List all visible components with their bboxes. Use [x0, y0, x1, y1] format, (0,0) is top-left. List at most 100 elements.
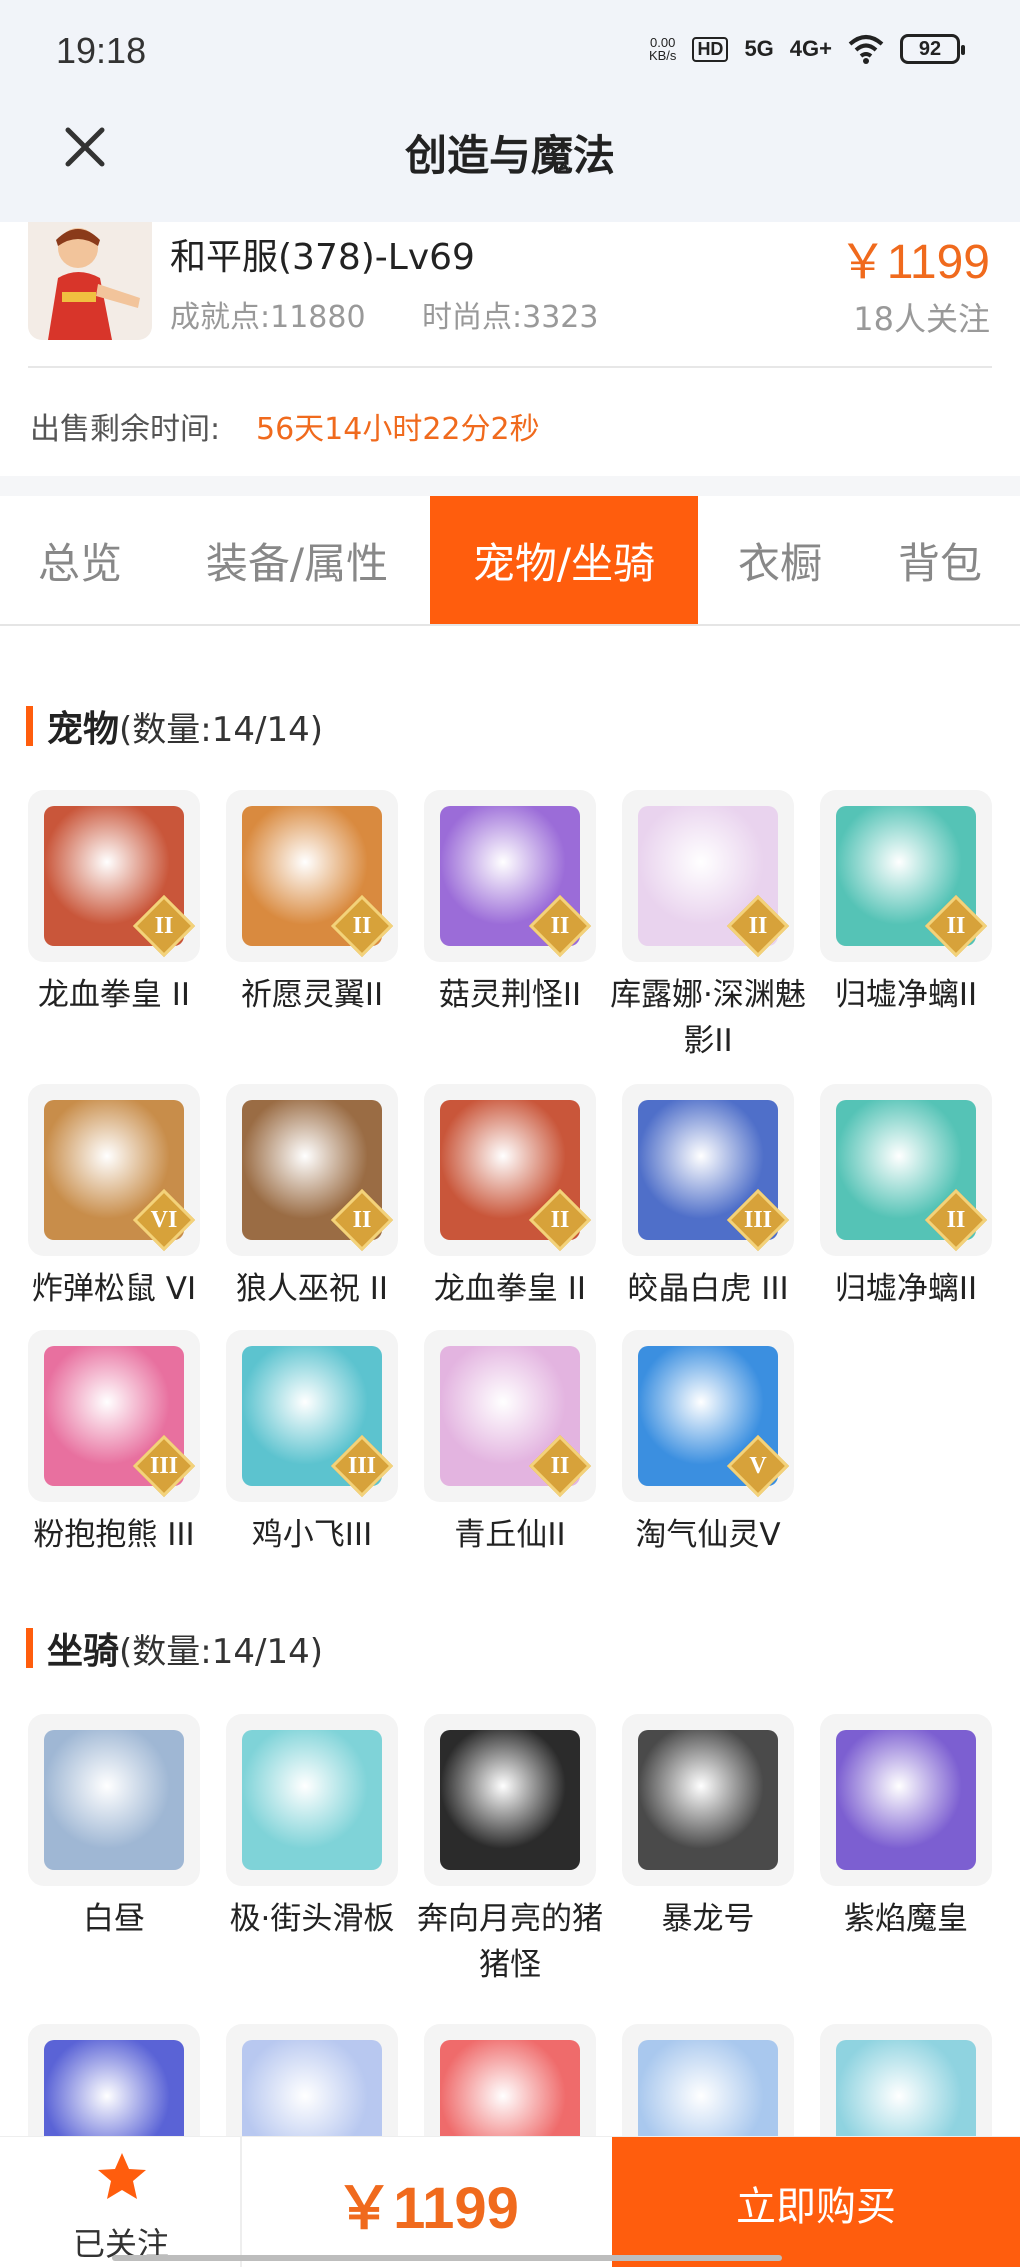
mount-artwork	[836, 1730, 976, 1870]
pet-name: 库露娜·深渊魅影II	[610, 977, 806, 1059]
rank-label: II	[550, 1453, 570, 1479]
mount-item[interactable]: 奔向月亮的猪猪怪	[417, 1714, 603, 1988]
timer-value: 56天14小时22分2秒	[256, 412, 540, 447]
timer-label: 出售剩余时间:	[30, 412, 221, 447]
pet-thumbnail: II	[424, 790, 596, 962]
pet-item[interactable]: II 菇灵荆怪II	[424, 790, 596, 1018]
pet-item[interactable]: II 归墟净螭II	[820, 1084, 992, 1312]
hd-icon: HD	[692, 36, 729, 62]
mount-thumbnail	[28, 1714, 200, 1886]
pets-section-header: 宠物 (数量:14/14)	[26, 700, 323, 752]
follow-button[interactable]: 已关注	[0, 2137, 242, 2267]
pet-item[interactable]: II 祈愿灵翼II	[226, 790, 398, 1018]
pet-name: 归墟净螭II	[834, 977, 978, 1013]
mount-name: 暴龙号	[661, 1901, 755, 1937]
pet-name: 青丘仙II	[454, 1517, 566, 1553]
mount-item[interactable]: 极·街头滑板	[226, 1714, 398, 1942]
rank-label: II	[946, 1207, 966, 1233]
rank-label: VI	[150, 1207, 178, 1233]
character-avatar	[28, 222, 152, 340]
pet-thumbnail: II	[226, 790, 398, 962]
signal-4g-icon: 4G+	[789, 36, 832, 61]
section-count: (数量:14/14)	[119, 1631, 323, 1672]
bottom-bar: 已关注 ￥1199 立即购买	[0, 2136, 1020, 2267]
mount-item[interactable]: 暴龙号	[622, 1714, 794, 1942]
pet-item[interactable]: III 鸡小飞III	[226, 1330, 398, 1558]
pet-item[interactable]: III 粉抱抱熊 III	[28, 1330, 200, 1558]
pet-thumbnail: V	[622, 1330, 794, 1502]
pet-thumbnail: II	[424, 1084, 596, 1256]
mount-thumbnail	[622, 1714, 794, 1886]
product-card: 和平服(378)-Lv69 成就点:11880 时尚点:3323 ￥1199 1…	[0, 222, 1020, 476]
pet-thumbnail: II	[820, 1084, 992, 1256]
product-name: 和平服(378)-Lv69	[170, 237, 475, 278]
pet-item[interactable]: II 龙血拳皇 II	[424, 1084, 596, 1312]
wifi-icon	[848, 35, 884, 64]
product-price: ￥1199	[838, 236, 990, 289]
rank-label: II	[946, 913, 966, 939]
mount-thumbnail	[226, 1714, 398, 1886]
pet-item[interactable]: V 淘气仙灵V	[622, 1330, 794, 1558]
rank-label: II	[154, 913, 174, 939]
pet-item[interactable]: VI 炸弹松鼠 VI	[28, 1084, 200, 1312]
section-accent-bar	[26, 1628, 33, 1668]
section-title: 宠物	[47, 709, 120, 750]
mount-name: 紫焰魔皇	[844, 1901, 968, 1937]
rank-label: II	[550, 1207, 570, 1233]
pet-item[interactable]: II 龙血拳皇 II	[28, 790, 200, 1018]
tab-pets-mounts[interactable]: 宠物/坐骑	[430, 496, 698, 624]
pet-item[interactable]: II 归墟净螭II	[820, 790, 992, 1018]
pet-name: 皎晶白虎 III	[627, 1271, 789, 1307]
mounts-section-header: 坐骑 (数量:14/14)	[26, 1622, 323, 1674]
pet-item[interactable]: II 狼人巫祝 II	[226, 1084, 398, 1312]
pet-name: 炸弹松鼠 VI	[31, 1271, 197, 1307]
tab-overview[interactable]: 总览	[0, 496, 160, 624]
tab-equipment[interactable]: 装备/属性	[172, 496, 422, 624]
mount-item[interactable]: 白昼	[28, 1714, 200, 1942]
rank-label: III	[347, 1453, 377, 1479]
mount-thumbnail	[820, 1714, 992, 1886]
mount-artwork	[242, 1730, 382, 1870]
status-icons: 0.00 KB/s HD 5G 4G+ 92	[648, 34, 965, 64]
section-count: (数量:14/14)	[119, 709, 323, 750]
pet-name: 龙血拳皇 II	[37, 977, 191, 1013]
pet-item[interactable]: III 皎晶白虎 III	[622, 1084, 794, 1312]
pet-name: 淘气仙灵V	[635, 1517, 781, 1553]
divider	[28, 366, 992, 368]
pet-thumbnail: III	[28, 1330, 200, 1502]
rank-label: II	[352, 1207, 372, 1233]
section-accent-bar	[26, 706, 33, 746]
status-time: 19:18	[56, 30, 147, 71]
page-title: 创造与魔法	[404, 131, 615, 180]
mount-artwork	[638, 1730, 778, 1870]
rank-label: III	[149, 1453, 179, 1479]
pet-name: 狼人巫祝 II	[235, 1271, 389, 1307]
network-speed: 0.00 KB/s	[648, 35, 677, 63]
home-indicator	[112, 2255, 782, 2261]
pet-thumbnail: III	[622, 1084, 794, 1256]
pet-name: 菇灵荆怪II	[438, 977, 582, 1013]
mount-item[interactable]: 紫焰魔皇	[820, 1714, 992, 1942]
fashion-points: 时尚点:3323	[422, 300, 599, 335]
rank-label: III	[743, 1207, 773, 1233]
pet-thumbnail: VI	[28, 1084, 200, 1256]
pet-name: 粉抱抱熊 III	[33, 1517, 195, 1553]
mount-name: 奔向月亮的猪猪怪	[417, 1901, 603, 1983]
rank-label: V	[749, 1453, 767, 1479]
tab-wardrobe[interactable]: 衣橱	[700, 496, 860, 624]
pet-name: 龙血拳皇 II	[433, 1271, 587, 1307]
buy-now-button[interactable]: 立即购买	[612, 2137, 1020, 2267]
tab-bag[interactable]: 背包	[860, 496, 1020, 624]
pet-item[interactable]: II 青丘仙II	[424, 1330, 596, 1558]
section-gap	[0, 476, 1020, 496]
mount-artwork	[440, 1730, 580, 1870]
mount-name: 极·街头滑板	[229, 1901, 395, 1937]
bottom-price: ￥1199	[335, 2176, 519, 2241]
pet-item[interactable]: II 库露娜·深渊魅影II	[610, 790, 806, 1064]
pet-thumbnail: II	[820, 790, 992, 962]
pet-name: 祈愿灵翼II	[240, 977, 384, 1013]
signal-5g-icon: 5G	[744, 36, 774, 61]
pet-name: 归墟净螭II	[834, 1271, 978, 1307]
top-area: 19:18 0.00 KB/s HD 5G 4G+ 92 创造与魔法	[0, 0, 1020, 222]
battery-icon: 92	[900, 34, 965, 64]
